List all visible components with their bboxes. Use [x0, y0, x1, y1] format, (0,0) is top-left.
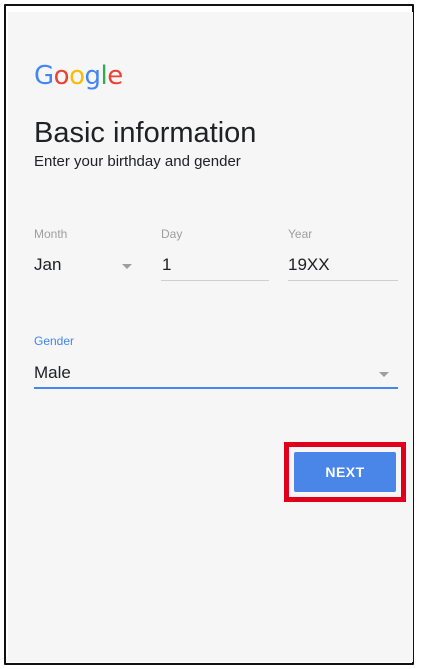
logo-letter: o [53, 61, 70, 91]
year-underline [288, 280, 398, 281]
signup-screen: Google Basic information Enter your birt… [8, 12, 413, 662]
page-title: Basic information [34, 117, 257, 149]
logo-letter: e [107, 61, 123, 91]
logo-letter: G [34, 61, 54, 91]
day-value[interactable]: 1 [162, 255, 171, 275]
gender-value[interactable]: Male [34, 363, 71, 383]
chevron-down-icon[interactable] [379, 372, 389, 377]
chevron-down-icon[interactable] [122, 264, 132, 269]
day-label: Day [161, 227, 183, 241]
next-button[interactable]: NEXT [294, 452, 396, 492]
year-label: Year [288, 227, 313, 241]
year-value[interactable]: 19XX [288, 255, 330, 275]
logo-letter: g [84, 61, 102, 91]
logo-letter: o [69, 61, 85, 91]
gender-label: Gender [34, 334, 75, 348]
page-subtitle: Enter your birthday and gender [34, 153, 241, 170]
month-label: Month [34, 227, 68, 241]
gender-underline [34, 387, 398, 389]
day-underline [161, 280, 269, 281]
google-logo: Google [34, 61, 123, 91]
month-value[interactable]: Jan [34, 255, 61, 275]
